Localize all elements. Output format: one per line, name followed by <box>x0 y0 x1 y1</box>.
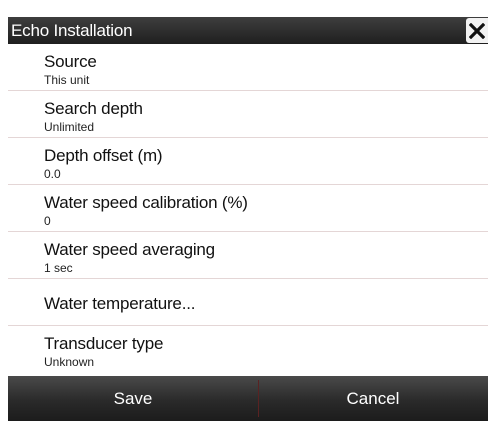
setting-value: Unknown <box>44 355 95 369</box>
dialog-title: Echo Installation <box>11 21 133 40</box>
dialog-titlebar: Echo Installation <box>8 17 488 44</box>
setting-water-speed-calibration[interactable]: Water speed calibration (%) 0 <box>8 185 488 232</box>
setting-source[interactable]: Source This unit <box>8 44 488 91</box>
setting-search-depth[interactable]: Search depth Unlimited <box>8 91 488 138</box>
settings-list: Source This unit Search depth Unlimited … <box>8 44 488 376</box>
setting-label: Water temperature... <box>44 294 196 313</box>
setting-value: 0 <box>44 214 51 228</box>
save-button[interactable]: Save <box>8 376 258 421</box>
setting-transducer-type[interactable]: Transducer type Unknown <box>8 326 488 376</box>
close-icon <box>469 22 485 39</box>
setting-water-speed-averaging[interactable]: Water speed averaging 1 sec <box>8 232 488 279</box>
setting-value: 0.0 <box>44 167 61 181</box>
setting-value: This unit <box>44 73 90 87</box>
setting-water-temperature[interactable]: Water temperature... <box>8 279 488 326</box>
setting-label: Water speed averaging <box>44 240 215 259</box>
close-button[interactable] <box>466 18 488 43</box>
setting-value: Unlimited <box>44 120 95 134</box>
setting-label: Depth offset (m) <box>44 146 163 165</box>
setting-label: Source <box>44 52 97 71</box>
setting-label: Water speed calibration (%) <box>44 193 248 212</box>
echo-installation-dialog: Echo Installation Source This unit Searc… <box>0 0 488 421</box>
setting-depth-offset[interactable]: Depth offset (m) 0.0 <box>8 138 488 185</box>
setting-label: Transducer type <box>44 334 164 353</box>
setting-label: Search depth <box>44 99 143 118</box>
setting-value: 1 sec <box>44 261 73 275</box>
dialog-button-bar: Save Cancel <box>8 376 488 421</box>
cancel-button[interactable]: Cancel <box>258 376 488 421</box>
